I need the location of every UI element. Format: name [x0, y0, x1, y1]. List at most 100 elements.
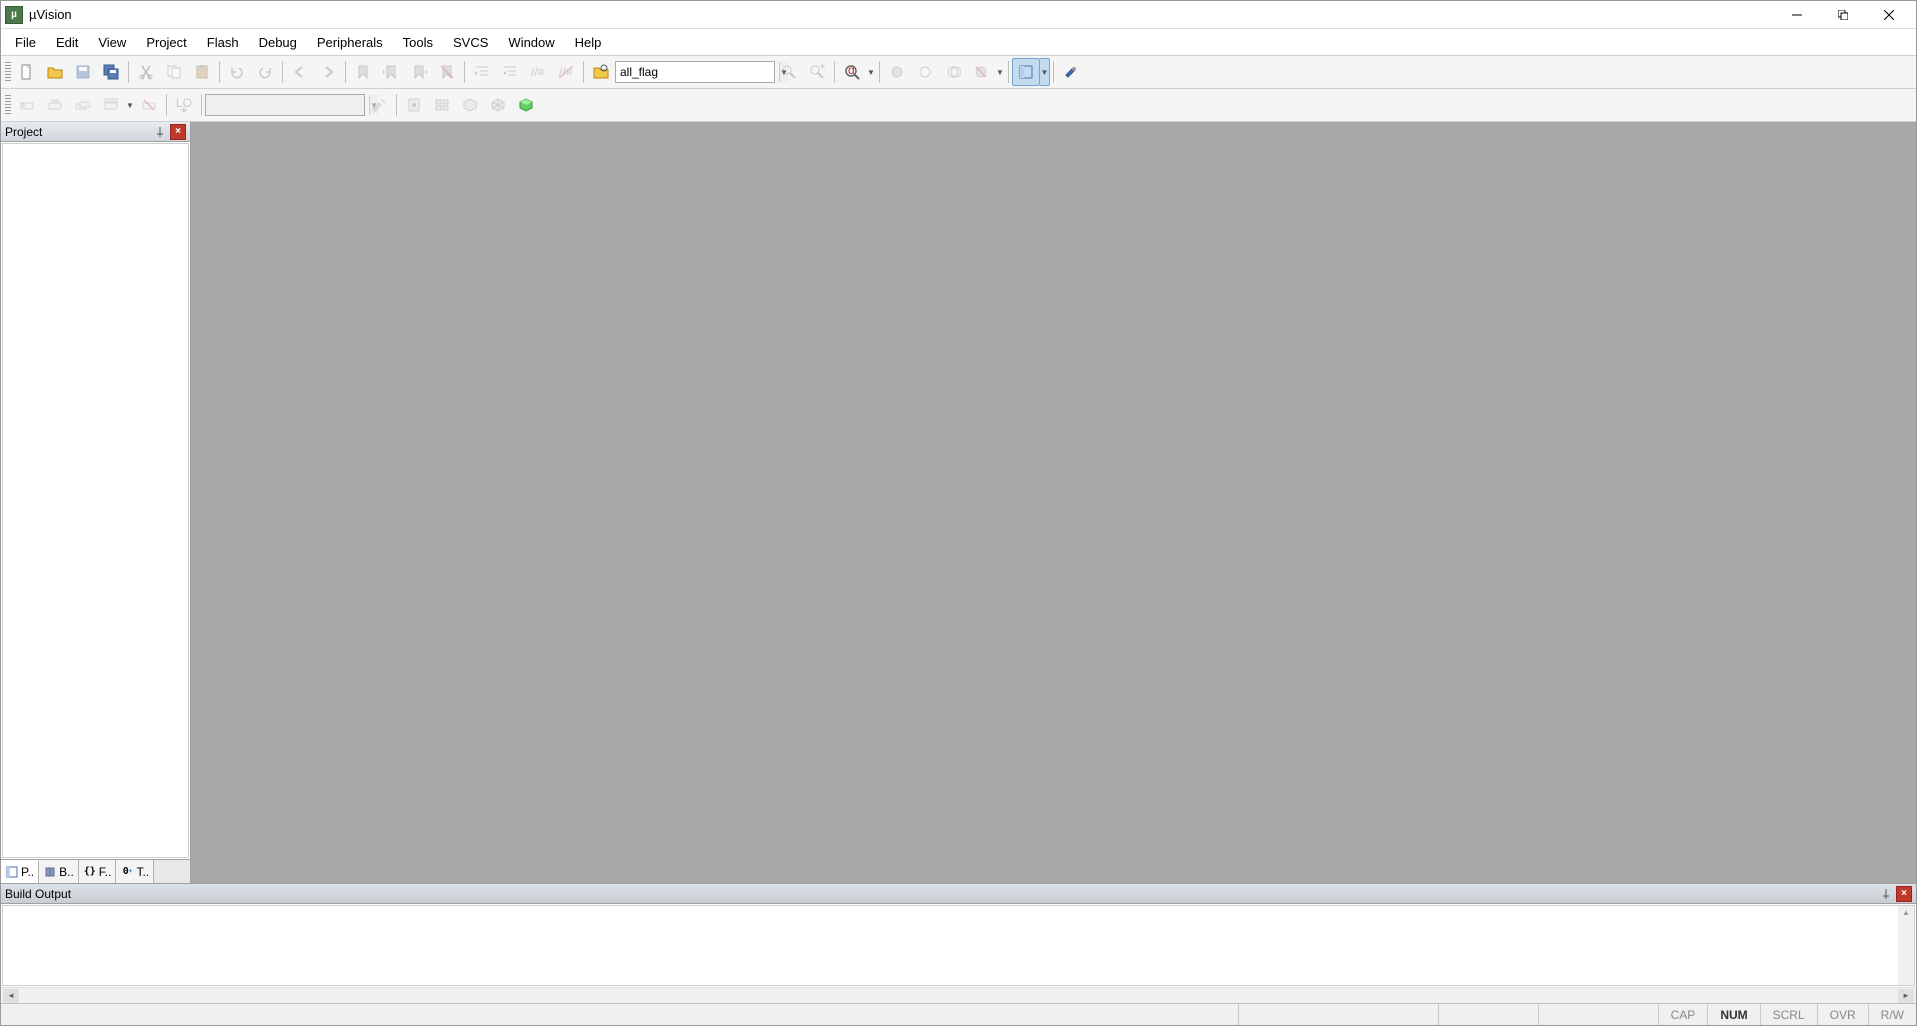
file-extensions-button[interactable]: [400, 91, 428, 119]
build-pin-icon[interactable]: [1878, 886, 1894, 902]
unindent-button[interactable]: [496, 58, 524, 86]
configure-button[interactable]: [1057, 58, 1085, 86]
app-icon: µ: [5, 6, 23, 24]
breakpoint-enable-button[interactable]: [911, 58, 939, 86]
batch-build-button[interactable]: [97, 91, 125, 119]
status-scrl: SCRL: [1760, 1004, 1817, 1025]
menu-view[interactable]: View: [88, 29, 136, 55]
save-all-button[interactable]: [97, 58, 125, 86]
find-input[interactable]: [616, 65, 779, 79]
toolbar-grip-2[interactable]: [5, 95, 11, 115]
tab-books[interactable]: B..: [39, 860, 79, 883]
manage-rte-button[interactable]: [484, 91, 512, 119]
menu-help[interactable]: Help: [565, 29, 612, 55]
tab-project[interactable]: P..: [1, 860, 39, 883]
comment-button[interactable]: //≡: [524, 58, 552, 86]
scroll-up-button[interactable]: ▲: [1902, 906, 1910, 917]
panel-close-button[interactable]: ×: [170, 124, 186, 140]
status-num: NUM: [1707, 1004, 1759, 1025]
tab-templates[interactable]: 0+ T..: [116, 860, 154, 883]
build-button[interactable]: [41, 91, 69, 119]
maximize-button[interactable]: [1820, 1, 1866, 29]
debug-session-button[interactable]: d: [838, 58, 866, 86]
bookmark-toggle-button[interactable]: [349, 58, 377, 86]
batch-build-dropdown-arrow[interactable]: ▼: [125, 101, 135, 110]
status-rw: R/W: [1868, 1004, 1916, 1025]
bookmark-clear-button[interactable]: [433, 58, 461, 86]
copy-button[interactable]: [160, 58, 188, 86]
pack-installer-button[interactable]: [512, 91, 540, 119]
menu-edit[interactable]: Edit: [46, 29, 88, 55]
rebuild-button[interactable]: [69, 91, 97, 119]
minimize-button[interactable]: [1774, 1, 1820, 29]
build-output-title: Build Output: [5, 887, 1878, 901]
project-panel-tabs: P.. B.. {} F.. 0+ T..: [1, 859, 190, 883]
debug-dropdown-arrow[interactable]: ▼: [866, 68, 876, 77]
indent-button[interactable]: [468, 58, 496, 86]
close-button[interactable]: [1866, 1, 1912, 29]
download-button[interactable]: LOAD: [170, 91, 198, 119]
menu-tools[interactable]: Tools: [393, 29, 443, 55]
manage-project-items-button[interactable]: [428, 91, 456, 119]
save-button[interactable]: [69, 58, 97, 86]
menu-debug[interactable]: Debug: [249, 29, 307, 55]
status-cell-2: [1438, 1004, 1538, 1025]
open-file-button[interactable]: [41, 58, 69, 86]
main-area: Project × P.. B.. {} F..: [1, 122, 1916, 883]
target-input[interactable]: [206, 98, 369, 112]
toolbar-file: //≡ //≡ ▼ + d ▼ ▼ ▼: [1, 56, 1916, 89]
build-output-hscroll[interactable]: ◄ ►: [1, 987, 1916, 1003]
menu-flash[interactable]: Flash: [197, 29, 249, 55]
target-combo[interactable]: ▼: [205, 94, 365, 116]
nav-forward-button[interactable]: [314, 58, 342, 86]
menu-project[interactable]: Project: [136, 29, 196, 55]
target-options-button[interactable]: [365, 91, 393, 119]
breakpoint-dropdown-arrow[interactable]: ▼: [995, 68, 1005, 77]
editor-area[interactable]: [191, 122, 1916, 883]
tab-functions[interactable]: {} F..: [79, 860, 117, 883]
uncomment-button[interactable]: //≡: [552, 58, 580, 86]
incremental-find-button[interactable]: +: [803, 58, 831, 86]
nav-back-button[interactable]: [286, 58, 314, 86]
undo-button[interactable]: [223, 58, 251, 86]
functions-icon: {}: [83, 865, 97, 879]
find-combo[interactable]: ▼: [615, 61, 775, 83]
tab-templates-label: T..: [136, 865, 149, 879]
menu-window[interactable]: Window: [498, 29, 564, 55]
stop-build-button[interactable]: [135, 91, 163, 119]
find-next-button[interactable]: [775, 58, 803, 86]
menu-peripherals[interactable]: Peripherals: [307, 29, 393, 55]
project-panel-title: Project: [5, 125, 152, 139]
menu-file[interactable]: File: [5, 29, 46, 55]
new-file-button[interactable]: [13, 58, 41, 86]
status-cell-3: [1538, 1004, 1658, 1025]
scroll-left-button[interactable]: ◄: [3, 989, 19, 1003]
project-tree[interactable]: [2, 143, 189, 858]
svg-text://≡: //≡: [531, 65, 545, 79]
pin-icon[interactable]: [152, 124, 168, 140]
cut-button[interactable]: [132, 58, 160, 86]
toolbar-grip[interactable]: [5, 62, 11, 82]
find-in-files-button[interactable]: [587, 58, 615, 86]
status-cell-1: [1238, 1004, 1438, 1025]
bookmark-next-button[interactable]: [405, 58, 433, 86]
svg-text:+: +: [819, 64, 825, 73]
build-output-body[interactable]: ▲: [2, 905, 1915, 986]
window-layout-button[interactable]: [1012, 58, 1040, 86]
translate-button[interactable]: [13, 91, 41, 119]
books-icon: [43, 865, 57, 879]
tab-project-label: P..: [21, 865, 34, 879]
select-software-packs-button[interactable]: [456, 91, 484, 119]
app-window: µ µVision File Edit View Project Flash D…: [0, 0, 1917, 1026]
paste-button[interactable]: [188, 58, 216, 86]
window-layout-dropdown-arrow[interactable]: ▼: [1040, 58, 1050, 86]
breakpoint-insert-button[interactable]: [883, 58, 911, 86]
status-ovr: OVR: [1817, 1004, 1868, 1025]
redo-button[interactable]: [251, 58, 279, 86]
menu-svcs[interactable]: SVCS: [443, 29, 498, 55]
build-close-button[interactable]: ×: [1896, 886, 1912, 902]
scroll-right-button[interactable]: ►: [1898, 989, 1914, 1003]
breakpoint-disable-button[interactable]: [939, 58, 967, 86]
bookmark-prev-button[interactable]: [377, 58, 405, 86]
breakpoint-kill-button[interactable]: [967, 58, 995, 86]
